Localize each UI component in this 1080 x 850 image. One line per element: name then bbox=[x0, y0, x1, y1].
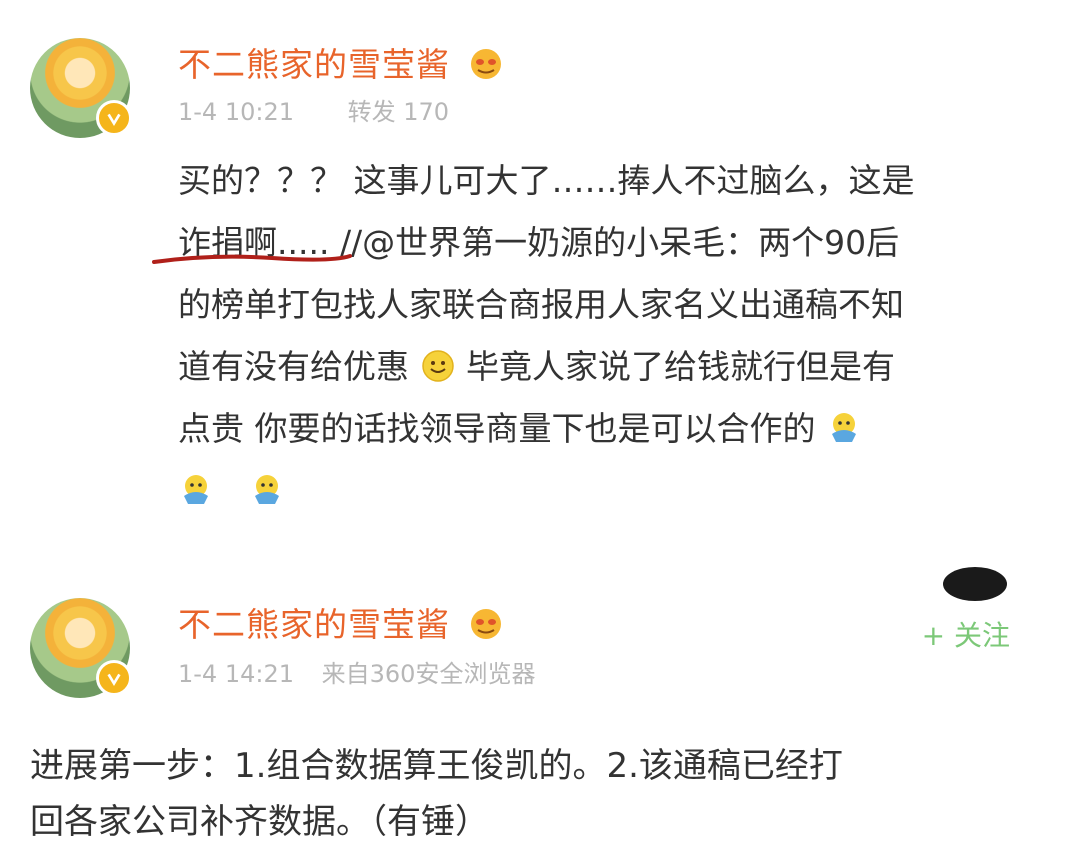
username[interactable]: 不二熊家的雪莹酱 bbox=[178, 38, 504, 86]
post-time: 1-4 14:21 bbox=[178, 660, 294, 688]
post-meta: 1-4 14:21 来自360安全浏览器 bbox=[178, 654, 535, 689]
username-text[interactable]: 不二熊家的雪莹酱 bbox=[178, 605, 450, 644]
vip-face-icon bbox=[470, 609, 501, 639]
doge-emoji-icon bbox=[254, 475, 279, 504]
post-source: 来自360安全浏览器 bbox=[321, 660, 536, 688]
post-body: 进展第一步：1.组合数据算王俊凯的。2.该通稿已经打 回各家公司补齐数据。（有锤… bbox=[30, 738, 843, 850]
doge-emoji-icon bbox=[832, 413, 856, 442]
hand-drawn-underline bbox=[152, 254, 352, 264]
post-time: 1-4 10:21 bbox=[178, 98, 294, 126]
doge-emoji-icon bbox=[184, 475, 208, 504]
body-text: 毕竟人家说了给钱就行但是有 bbox=[455, 347, 895, 386]
mention-link[interactable]: //@世界第一奶源的小呆毛：两个90后 bbox=[329, 223, 899, 262]
body-line: 进展第一步：1.组合数据算王俊凯的。2.该通稿已经打 bbox=[30, 746, 843, 786]
redaction-blob bbox=[943, 567, 1007, 601]
follow-button[interactable]: + 关注 bbox=[922, 614, 1010, 654]
smile-emoji-icon bbox=[421, 350, 454, 382]
body-line bbox=[178, 460, 915, 522]
verified-badge-icon bbox=[96, 660, 132, 696]
body-line: 的榜单打包找人家联合商报用人家名义出通稿不知 bbox=[178, 285, 904, 324]
post-body: 买的？？？ 这事儿可大了……捧人不过脑么，这是 诈捐啊..... //@世界第一… bbox=[178, 150, 915, 522]
body-text: 点贵 你要的话找领导商量下也是可以合作的 bbox=[178, 409, 816, 448]
username[interactable]: 不二熊家的雪莹酱 bbox=[178, 598, 504, 646]
body-line: 买的？？？ 这事儿可大了……捧人不过脑么，这是 bbox=[178, 161, 915, 200]
repost-count[interactable]: 转发 170 bbox=[348, 98, 449, 126]
post-meta: 1-4 10:21 转发 170 bbox=[178, 92, 449, 127]
avatar[interactable] bbox=[30, 38, 132, 138]
body-text: 道有没有给优惠 bbox=[178, 347, 409, 386]
weibo-post-1: 不二熊家的雪莹酱 1-4 10:21 转发 170 买的？？？ 这事儿可大了……… bbox=[0, 0, 1080, 520]
username-text[interactable]: 不二熊家的雪莹酱 bbox=[178, 45, 450, 84]
body-line: 道有没有给优惠 毕竟人家说了给钱就行但是有 bbox=[178, 336, 915, 398]
avatar[interactable] bbox=[30, 598, 132, 698]
follow-label[interactable]: + 关注 bbox=[922, 619, 1010, 652]
verified-badge-icon bbox=[96, 100, 132, 136]
body-line: 回各家公司补齐数据。（有锤） bbox=[30, 802, 489, 842]
vip-face-icon bbox=[470, 49, 501, 79]
weibo-post-2: 不二熊家的雪莹酱 1-4 14:21 来自360安全浏览器 + 关注 进展第一步… bbox=[0, 567, 1080, 842]
body-line: 点贵 你要的话找领导商量下也是可以合作的 bbox=[178, 398, 915, 460]
